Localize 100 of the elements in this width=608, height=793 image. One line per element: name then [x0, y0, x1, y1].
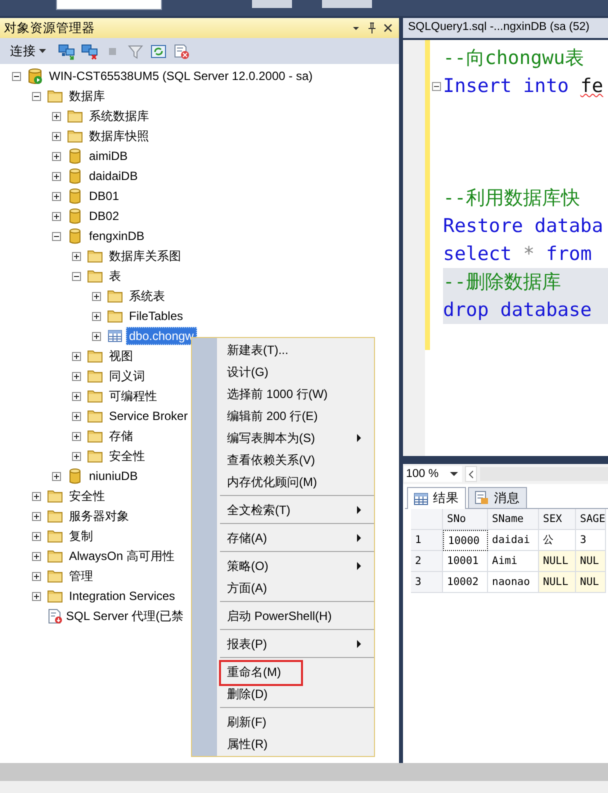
tree-item[interactable]: SQL Server 代理(已禁	[63, 606, 187, 626]
expand-icon[interactable]	[72, 352, 81, 360]
script-cancel-icon[interactable]	[173, 42, 190, 60]
expand-icon[interactable]	[32, 532, 41, 540]
expand-icon[interactable]	[32, 592, 41, 600]
column-header[interactable]: SAGE	[576, 509, 606, 530]
tree-item[interactable]: DB01	[86, 187, 122, 205]
expand-icon[interactable]	[72, 252, 81, 260]
expand-icon[interactable]	[52, 152, 61, 160]
column-header[interactable]: SNo	[443, 509, 488, 530]
connect-icon[interactable]	[58, 42, 75, 60]
expand-icon[interactable]	[52, 112, 61, 120]
tree-item[interactable]: 表	[106, 266, 124, 286]
expand-icon[interactable]	[52, 172, 61, 180]
expand-icon[interactable]	[52, 472, 61, 480]
expand-icon[interactable]	[52, 132, 61, 140]
expand-icon[interactable]	[72, 392, 81, 400]
expand-icon[interactable]	[32, 552, 41, 560]
tree-item[interactable]: FileTables	[126, 307, 186, 325]
tree-item[interactable]: WIN-CST65538UM5 (SQL Server 12.0.2000 - sa)	[46, 67, 316, 85]
menu-item[interactable]: 策略(O)	[192, 555, 374, 577]
row-header[interactable]: 2	[411, 551, 443, 572]
tree-item[interactable]: 存储	[106, 426, 136, 446]
row-header[interactable]: 1	[411, 530, 443, 551]
table-icon	[107, 328, 123, 344]
message-icon	[475, 491, 489, 505]
tree-item[interactable]: niuniuDB	[86, 467, 141, 485]
collapse-icon[interactable]	[32, 92, 41, 100]
tree-item[interactable]: 数据库关系图	[106, 246, 184, 266]
tree-item[interactable]: DB02	[86, 207, 122, 225]
tree-item[interactable]: Integration Services	[66, 587, 178, 605]
menu-item[interactable]: 报表(P)	[192, 633, 374, 655]
tree-item[interactable]: 复制	[66, 526, 96, 546]
menu-item[interactable]: 重命名(M)	[192, 661, 374, 683]
table-cell: NULL	[539, 551, 576, 572]
zoom-combo[interactable]: 100 %	[404, 466, 462, 482]
tree-item[interactable]: 服务器对象	[66, 506, 132, 526]
tree-item[interactable]: 视图	[106, 346, 136, 366]
code-keyword: databa	[534, 215, 604, 237]
tree-item[interactable]: 同义词	[106, 366, 148, 386]
menu-item[interactable]: 编写表脚本为(S)	[192, 427, 374, 449]
menu-item[interactable]: 设计(G)	[192, 361, 374, 383]
expand-icon[interactable]	[92, 292, 101, 300]
refresh-icon[interactable]	[150, 42, 167, 60]
collapse-icon[interactable]	[432, 82, 441, 90]
collapse-icon[interactable]	[72, 272, 81, 280]
expand-icon[interactable]	[32, 572, 41, 580]
scroll-left-button[interactable]	[465, 466, 477, 482]
tree-item[interactable]: 系统表	[126, 286, 168, 306]
tree-item[interactable]: 安全性	[66, 486, 108, 506]
tree-item[interactable]: Service Broker	[106, 407, 191, 425]
tree-item[interactable]: fengxinDB	[86, 227, 148, 245]
close-icon[interactable]	[383, 23, 393, 33]
menu-item[interactable]: 选择前 1000 行(W)	[192, 383, 374, 405]
tree-item[interactable]: 管理	[66, 566, 96, 586]
expand-icon[interactable]	[32, 492, 41, 500]
menu-item[interactable]: 属性(R)	[192, 733, 374, 755]
column-header[interactable]: SEX	[539, 509, 576, 530]
menu-item[interactable]: 内存优化顾问(M)	[192, 471, 374, 493]
tree-item[interactable]: aimiDB	[86, 147, 131, 165]
tree-item[interactable]: 数据库	[66, 86, 108, 106]
expand-icon[interactable]	[72, 432, 81, 440]
disconnect-icon[interactable]	[81, 42, 98, 60]
expand-icon[interactable]	[72, 372, 81, 380]
menu-item[interactable]: 启动 PowerShell(H)	[192, 605, 374, 627]
folder-icon	[87, 428, 103, 444]
column-header[interactable]: SName	[488, 509, 539, 530]
expand-icon[interactable]	[72, 412, 81, 420]
expand-icon[interactable]	[92, 312, 101, 320]
expand-icon[interactable]	[92, 332, 101, 340]
collapse-icon[interactable]	[12, 72, 21, 80]
tree-item[interactable]: 安全性	[106, 446, 148, 466]
tree-item[interactable]: 系统数据库	[86, 106, 152, 126]
folder-icon	[47, 528, 63, 544]
expand-icon[interactable]	[52, 192, 61, 200]
collapse-icon[interactable]	[52, 232, 61, 240]
menu-item[interactable]: 删除(D)	[192, 683, 374, 705]
tree-item[interactable]: dbo.chongw	[126, 327, 197, 345]
row-header[interactable]: 3	[411, 572, 443, 593]
result-tab[interactable]: 消息	[468, 487, 527, 508]
connect-button[interactable]: 连接	[8, 42, 50, 60]
tree-item[interactable]: AlwaysOn 高可用性	[66, 546, 178, 566]
document-tab[interactable]: SQLQuery1.sql -...ngxinDB (sa (52)	[403, 18, 608, 38]
expand-icon[interactable]	[52, 212, 61, 220]
expand-icon[interactable]	[32, 512, 41, 520]
folder-icon	[107, 308, 123, 324]
menu-item[interactable]: 编辑前 200 行(E)	[192, 405, 374, 427]
menu-item[interactable]: 存储(A)	[192, 527, 374, 549]
tree-item[interactable]: daidaiDB	[86, 167, 141, 185]
result-tab[interactable]: 结果	[407, 487, 466, 509]
database-combo[interactable]	[56, 0, 162, 10]
menu-item[interactable]: 全文检索(T)	[192, 499, 374, 521]
menu-item[interactable]: 查看依赖关系(V)	[192, 449, 374, 471]
pin-icon[interactable]	[367, 22, 377, 34]
expand-icon[interactable]	[72, 452, 81, 460]
tree-item[interactable]: 数据库快照	[86, 126, 152, 146]
menu-item[interactable]: 方面(A)	[192, 577, 374, 599]
menu-item[interactable]: 刷新(F)	[192, 711, 374, 733]
tree-item[interactable]: 可编程性	[106, 386, 160, 406]
filter-icon[interactable]	[127, 42, 144, 60]
